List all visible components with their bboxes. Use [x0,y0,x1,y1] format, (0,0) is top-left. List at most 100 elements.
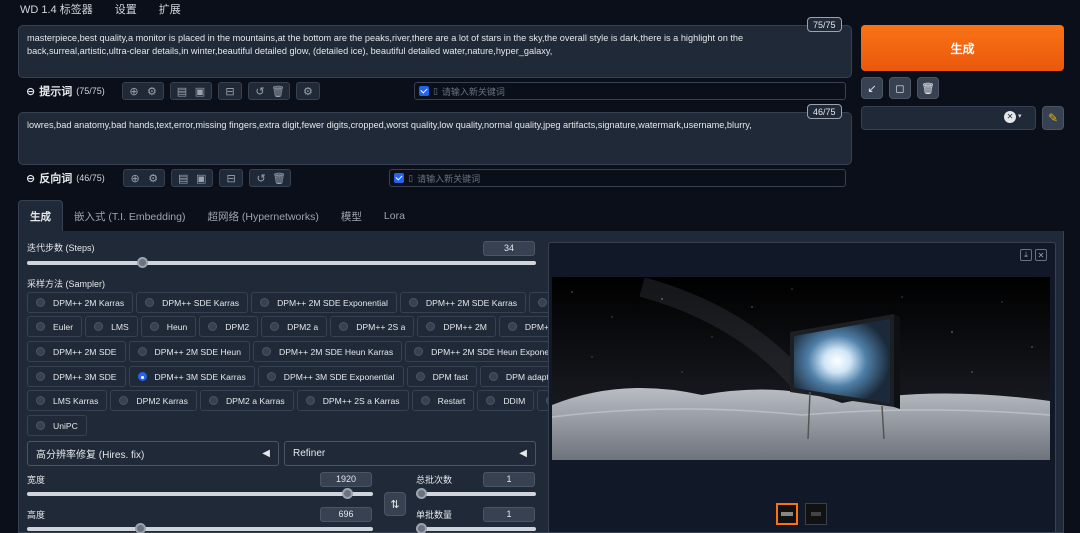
checkbox-icon[interactable] [394,173,405,183]
sampler-label: 采样方法 (Sampler) [27,279,106,289]
tab-models[interactable]: 模型 [330,200,373,232]
swap-dimensions-button[interactable]: ⇅ [384,492,406,516]
sampler-option[interactable]: DPM2 a Karras [199,390,294,411]
sampler-option[interactable]: DPM++ 2M [417,316,496,337]
thumbnail-2[interactable] [805,503,827,525]
width-value[interactable]: 1920 [320,472,372,487]
close-icon[interactable]: ✕ [1035,249,1047,261]
sampler-option[interactable]: DPM++ 2M Karras [27,292,134,313]
trash-icon[interactable]: 🗑 [917,77,939,99]
generated-image[interactable] [552,277,1050,460]
sampler-option-label: DPM++ 2M SDE Heun [154,346,241,357]
trash-icon[interactable]: 🗑 [270,83,286,99]
undo-icon[interactable]: ↺ [252,83,268,99]
batch-count-value[interactable]: 1 [483,472,535,487]
nav-item-wd-tagger[interactable]: WD 1.4 标签器 [20,1,93,17]
clear-icon[interactable]: ✕ [1004,111,1016,123]
sampler-option[interactable]: DPM++ 3M SDE [27,366,126,387]
width-slider-knob[interactable] [342,488,353,499]
sampler-option[interactable]: DPM2 [199,316,259,337]
prompt-tools-history: ⊟ [217,82,242,100]
gear-icon[interactable]: ⚙ [144,83,160,99]
sampler-option[interactable]: DPM++ SDE Karras [136,292,249,313]
batch-size-slider-knob[interactable] [416,523,427,533]
sampler-option[interactable]: DPM++ 2M SDE [27,341,126,362]
undo-icon[interactable]: ↺ [253,170,269,186]
action-buttons: ↙ ◻ 🗑 [861,77,939,99]
globe-icon[interactable]: ⊕ [127,170,143,186]
sampler-option[interactable]: Restart [411,390,475,411]
gear-icon[interactable]: ⚙ [145,170,161,186]
sampler-option[interactable]: DPM++ 2S a [330,316,415,337]
negative-keyword-input[interactable]: ▯ 请输入新关键词 [389,169,846,187]
sampler-option[interactable]: DPM++ 2S a Karras [296,390,409,411]
radio-icon [145,298,155,307]
sampler-option[interactable]: DPM++ 2M SDE Exponential [251,292,397,313]
arrow-icon[interactable]: ↙ [861,77,883,99]
sampler-option[interactable]: DPM++ 2M SDE Heun [128,341,250,362]
history-icon[interactable]: ⊟ [222,83,238,99]
sampler-option[interactable]: DPM2 a [261,316,328,337]
settings-icon[interactable]: ⚙ [300,83,316,99]
sampler-option-label: DPM++ 2M Karras [53,297,125,308]
steps-value[interactable]: 34 [483,241,535,256]
height-label: 高度 [27,510,46,520]
batch-size-slider[interactable] [416,523,536,533]
sampler-option[interactable]: DPM++ 3M SDE Karras [128,366,255,387]
batch-count-slider-knob[interactable] [416,488,427,499]
negative-label[interactable]: ⊖ 反向词 (46/75) [26,170,123,186]
hires-fix-accordion[interactable]: 高分辨率修复 (Hires. fix) ◀ [27,441,279,466]
copy-icon[interactable]: ▤ [175,170,191,186]
top-nav: WD 1.4 标签器 设置 扩展 [0,0,1080,18]
sampler-option[interactable]: DDIM [477,390,535,411]
radio-icon [137,372,147,381]
refiner-accordion[interactable]: Refiner ◀ [284,441,536,466]
negative-tools-copy: ▤ ▣ [171,169,214,187]
style-dropdown[interactable]: ✕ ▾ [861,106,1036,130]
width-slider[interactable] [27,488,373,499]
chevron-down-icon: ▾ [1018,113,1022,120]
tab-hypernetworks[interactable]: 超网络 (Hypernetworks) [196,200,329,232]
paste-icon[interactable]: ▣ [192,83,208,99]
square-icon[interactable]: ◻ [889,77,911,99]
history-icon[interactable]: ⊟ [223,170,239,186]
steps-slider[interactable] [27,257,536,268]
height-slider-knob[interactable] [135,523,146,533]
sampler-option[interactable]: Euler [27,316,83,337]
tab-generate[interactable]: 生成 [18,200,63,232]
sampler-option[interactable]: DPM++ 2M SDE Karras [399,292,527,313]
sampler-option[interactable]: DPM++ 2M SDE Heun Karras [252,341,403,362]
sampler-option[interactable]: LMS [85,316,138,337]
generate-button[interactable]: 生成 [861,25,1064,71]
sampler-option[interactable]: UniPC [27,415,87,436]
sampler-option[interactable]: DPM2 Karras [110,390,197,411]
checkbox-icon[interactable] [418,86,429,96]
negative-prompt-textarea[interactable]: lowres,bad anatomy,bad hands,text,error,… [18,112,852,165]
globe-icon[interactable]: ⊕ [126,83,142,99]
sampler-option[interactable]: DPM++ 3M SDE Exponential [257,366,404,387]
height-slider[interactable] [27,523,373,533]
nav-item-settings[interactable]: 设置 [115,1,137,17]
tab-embedding[interactable]: 嵌入式 (T.I. Embedding) [63,200,196,232]
sampler-option[interactable]: Heun [140,316,197,337]
prompt-keyword-input[interactable]: ▯ 请输入新关键词 [413,82,846,100]
nav-item-extensions[interactable]: 扩展 [159,1,181,17]
prompt-label[interactable]: ⊖ 提示词 (75/75) [26,83,122,99]
prompt-textarea[interactable]: masterpiece,best quality,a monitor is pl… [18,25,852,78]
steps-slider-knob[interactable] [137,257,148,268]
thumbnail-1[interactable] [776,503,798,525]
tab-lora[interactable]: Lora [373,200,416,232]
edit-pencil-icon[interactable]: ✎ [1042,106,1064,130]
sampler-option[interactable]: LMS Karras [27,390,108,411]
thumbnail-image [781,512,793,516]
prompt-toolbar: ⊖ 提示词 (75/75) ⊕ ⚙ ▤ ▣ ⊟ ↺ 🗑 ⚙ ▯ 请输入新关键词 [26,81,846,101]
sampler-option[interactable]: DPM fast [406,366,477,387]
paste-icon[interactable]: ▣ [193,170,209,186]
batch-size-value[interactable]: 1 [483,507,535,522]
prompt-tools-settings: ⚙ [295,82,320,100]
copy-icon[interactable]: ▤ [174,83,190,99]
trash-icon[interactable]: 🗑 [271,170,287,186]
download-icon[interactable]: ⤓ [1020,249,1032,261]
batch-count-slider[interactable] [416,488,536,499]
height-value[interactable]: 696 [320,507,372,522]
